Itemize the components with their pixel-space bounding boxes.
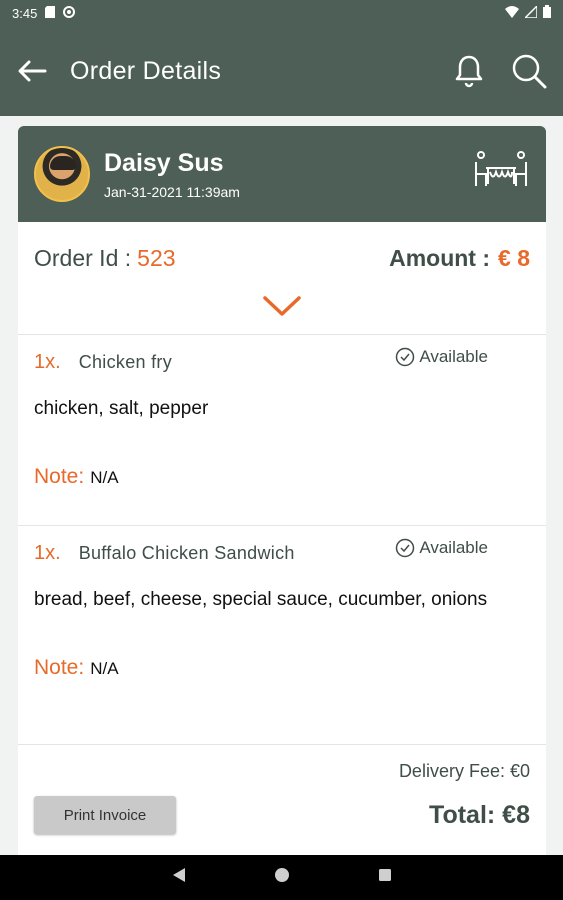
order-item: 1x. Chicken fry Available chicken, salt,… xyxy=(18,335,546,525)
back-arrow-icon[interactable] xyxy=(0,39,64,103)
item-name: Buffalo Chicken Sandwich xyxy=(78,543,295,563)
availability-label: Available xyxy=(419,538,488,557)
order-item: 1x. Buffalo Chicken Sandwich Available b… xyxy=(18,526,546,744)
item-name: Chicken fry xyxy=(78,352,173,372)
note-label: Note: xyxy=(34,465,85,488)
print-invoice-button[interactable]: Print Invoice xyxy=(34,796,176,834)
nav-home-icon[interactable] xyxy=(274,867,290,888)
status-bar: 3:45 xyxy=(0,0,563,26)
status-time: 3:45 xyxy=(12,5,38,21)
order-date: Jan-31-2021 11:39am xyxy=(104,183,240,200)
nav-back-icon[interactable] xyxy=(172,867,186,888)
page-title: Order Details xyxy=(70,56,222,85)
item-ingredients: bread, beef, cheese, special sauce, cucu… xyxy=(34,589,488,610)
check-circle-icon xyxy=(396,538,415,558)
availability-status: Available xyxy=(395,347,488,367)
amount-value: € 8 xyxy=(498,244,530,271)
expand-toggle[interactable] xyxy=(18,294,546,334)
item-quantity: 1x. xyxy=(34,542,61,564)
order-total: Total: €8 xyxy=(429,800,530,829)
amount-label: Amount : xyxy=(389,244,491,271)
notification-app-icon xyxy=(63,5,76,21)
customer-name: Daisy Sus xyxy=(104,148,224,177)
app-bar: Order Details xyxy=(0,26,563,116)
search-icon[interactable] xyxy=(509,51,549,91)
system-nav-bar xyxy=(0,855,563,900)
note-value: N/A xyxy=(90,468,119,487)
order-card: Daisy Sus Jan-31-2021 11:39am Order Id :… xyxy=(18,126,546,866)
availability-status: Available xyxy=(395,538,488,558)
item-note: Note: N/A xyxy=(34,465,530,489)
bell-icon[interactable] xyxy=(449,51,489,91)
avatar xyxy=(34,146,90,202)
item-note: Note: N/A xyxy=(34,656,530,680)
dining-table-icon xyxy=(472,150,530,199)
customer-header: Daisy Sus Jan-31-2021 11:39am xyxy=(18,126,546,222)
order-summary-row: Order Id : 523 Amount : € 8 xyxy=(18,222,546,294)
check-circle-icon xyxy=(396,347,415,367)
note-label: Note: xyxy=(34,656,85,679)
order-id-label: Order Id : xyxy=(34,244,132,271)
nav-recents-icon[interactable] xyxy=(378,868,392,887)
item-ingredients: chicken, salt, pepper xyxy=(34,398,209,419)
delivery-fee: Delivery Fee: €0 xyxy=(398,761,530,781)
item-quantity: 1x. xyxy=(34,351,61,373)
sd-card-icon xyxy=(45,5,56,21)
battery-icon xyxy=(543,5,551,21)
wifi-icon xyxy=(505,5,519,21)
chevron-down-icon[interactable] xyxy=(262,294,302,334)
note-value: N/A xyxy=(90,659,119,678)
availability-label: Available xyxy=(419,347,488,366)
order-id-value: 523 xyxy=(137,244,176,271)
signal-icon xyxy=(523,3,538,21)
